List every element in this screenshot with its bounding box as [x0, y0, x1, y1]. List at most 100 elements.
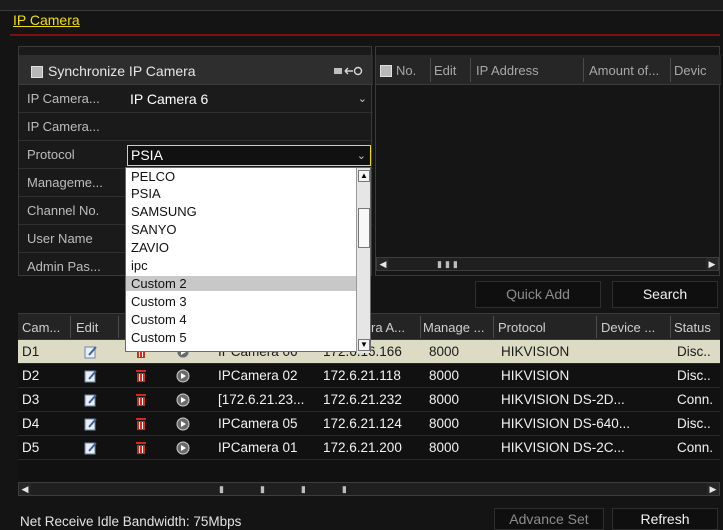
- cell-protocol: HIKVISION DS-2D...: [501, 392, 625, 407]
- dropdown-option[interactable]: PSIA: [126, 186, 356, 201]
- column-divider: [583, 58, 584, 82]
- device-list-header: No. Edit IP Address Amount of... Devic: [376, 55, 721, 85]
- col-management-port[interactable]: Manage ...: [423, 320, 489, 335]
- form-label: Protocol: [27, 147, 75, 162]
- dropdown-option[interactable]: SANYO: [126, 222, 356, 237]
- cell-port: 8000: [429, 344, 460, 359]
- scroll-right-icon[interactable]: ▶: [706, 258, 718, 270]
- scroll-right-icon[interactable]: ▶: [707, 483, 719, 495]
- dropdown-option[interactable]: Custom 4: [126, 312, 356, 327]
- edit-icon[interactable]: [84, 369, 98, 383]
- scroll-thumb[interactable]: ▮▮▮: [437, 259, 461, 270]
- cell-camera: D3: [22, 392, 40, 407]
- cell-ip: 172.6.21.200: [323, 440, 402, 455]
- advance-set-button[interactable]: Advance Set: [494, 508, 604, 530]
- cell-status: Disc..: [677, 344, 711, 359]
- table-row[interactable]: D5 IPCamera 01 172.6.21.200 8000 HIKVISI…: [18, 436, 720, 460]
- column-divider: [430, 58, 431, 82]
- sync-label: Synchronize IP Camera: [48, 63, 196, 79]
- edit-icon[interactable]: [84, 393, 98, 407]
- form-label: IP Camera...: [27, 119, 100, 134]
- edit-icon[interactable]: [84, 441, 98, 455]
- delete-icon[interactable]: [135, 441, 147, 455]
- table-row[interactable]: D3 [172.6.21.23... 172.6.21.232 8000 HIK…: [18, 388, 720, 412]
- column-divider: [596, 316, 597, 338]
- search-button[interactable]: Search: [612, 281, 718, 308]
- cell-port: 8000: [429, 440, 460, 455]
- form-row-ip-camera-name: IP Camera... IP Camera 6 ⌄: [19, 85, 373, 113]
- col-no[interactable]: No.: [396, 63, 426, 78]
- column-divider: [470, 58, 471, 82]
- select-all-checkbox[interactable]: [380, 65, 392, 77]
- edit-icon[interactable]: [84, 417, 98, 431]
- scroll-up-icon[interactable]: ▲: [358, 170, 370, 182]
- table-row[interactable]: D4 IPCamera 05 172.6.21.124 8000 HIKVISI…: [18, 412, 720, 436]
- quick-add-button[interactable]: Quick Add: [475, 281, 601, 308]
- refresh-button[interactable]: Refresh: [612, 508, 718, 530]
- dropdown-option[interactable]: ZAVIO: [126, 240, 356, 255]
- cell-camera: D2: [22, 368, 40, 383]
- scroll-thumb[interactable]: [358, 208, 370, 248]
- page-title[interactable]: IP Camera: [13, 12, 80, 28]
- delete-icon[interactable]: [135, 369, 147, 383]
- col-device[interactable]: Devic: [674, 63, 720, 78]
- cell-status: Conn.: [677, 440, 714, 455]
- play-icon[interactable]: [176, 441, 190, 455]
- column-divider: [670, 58, 671, 82]
- col-amount[interactable]: Amount of...: [589, 63, 667, 78]
- cell-protocol: HIKVISION DS-640...: [501, 416, 631, 431]
- delete-icon[interactable]: [135, 417, 147, 431]
- scroll-thumb[interactable]: ▮▮▮▮: [219, 484, 383, 495]
- col-device[interactable]: Device ...: [601, 320, 661, 335]
- scroll-left-icon[interactable]: ◀: [377, 258, 389, 270]
- dropdown-scrollbar[interactable]: ▲ ▼: [356, 168, 370, 353]
- play-icon[interactable]: [176, 393, 190, 407]
- device-list-hscroll[interactable]: ◀ ▮▮▮ ▶: [376, 257, 719, 271]
- cell-name: IPCamera 01: [218, 440, 298, 455]
- column-divider: [70, 316, 71, 338]
- dropdown-option[interactable]: ipc: [126, 258, 356, 273]
- camera-table-hscroll[interactable]: ◀ ▮▮▮▮ ▶: [18, 482, 720, 496]
- play-icon[interactable]: [176, 369, 190, 383]
- ip-camera-window: IP Camera Synchronize IP Camera IP Camer…: [0, 0, 723, 530]
- col-status[interactable]: Status: [674, 320, 720, 335]
- cell-protocol: HIKVISION: [501, 368, 570, 383]
- chevron-down-icon: ⌄: [356, 150, 366, 162]
- cell-status: Conn.: [677, 392, 714, 407]
- col-protocol[interactable]: Protocol: [498, 320, 570, 335]
- arrow-left-icon[interactable]: [333, 65, 363, 80]
- select-value: IP Camera 6: [130, 91, 209, 107]
- dropdown-option-hovered[interactable]: Custom 2: [126, 276, 356, 291]
- col-ip-address[interactable]: IP Address: [476, 63, 580, 78]
- delete-icon[interactable]: [135, 393, 147, 407]
- cell-port: 8000: [429, 392, 460, 407]
- form-label: IP Camera...: [27, 91, 100, 106]
- dropdown-option[interactable]: Custom 3: [126, 294, 356, 309]
- dropdown-option[interactable]: SAMSUNG: [126, 204, 356, 219]
- ip-camera-select[interactable]: IP Camera 6 ⌄: [127, 89, 371, 110]
- cell-name: IPCamera 02: [218, 368, 298, 383]
- sync-row: Synchronize IP Camera: [19, 55, 373, 85]
- table-row[interactable]: D2 IPCamera 02 172.6.21.118 8000 HIKVISI…: [18, 364, 720, 388]
- sync-checkbox[interactable]: [31, 66, 43, 78]
- scroll-down-icon[interactable]: ▼: [358, 339, 370, 351]
- scroll-left-icon[interactable]: ◀: [19, 483, 31, 495]
- cell-protocol: HIKVISION: [501, 344, 570, 359]
- protocol-dropdown-list[interactable]: PELCO PSIA SAMSUNG SANYO ZAVIO ipc Custo…: [125, 167, 371, 353]
- form-label: Manageme...: [27, 175, 103, 190]
- bandwidth-status: Net Receive Idle Bandwidth: 75Mbps: [20, 514, 242, 529]
- cell-port: 8000: [429, 416, 460, 431]
- cell-camera: D1: [22, 344, 40, 359]
- cell-name: IPCamera 05: [218, 416, 298, 431]
- col-edit[interactable]: Edit: [76, 320, 116, 335]
- form-label: Admin Pas...: [27, 259, 101, 274]
- ip-camera-address-field[interactable]: [127, 117, 371, 138]
- play-icon[interactable]: [176, 417, 190, 431]
- edit-icon[interactable]: [84, 345, 98, 359]
- col-edit[interactable]: Edit: [434, 63, 470, 78]
- protocol-select[interactable]: PSIA ⌄: [127, 145, 371, 166]
- chevron-down-icon: ⌄: [357, 93, 367, 105]
- dropdown-option[interactable]: PELCO: [126, 169, 356, 184]
- col-camera[interactable]: Cam...: [22, 320, 66, 335]
- dropdown-option[interactable]: Custom 5: [126, 330, 356, 345]
